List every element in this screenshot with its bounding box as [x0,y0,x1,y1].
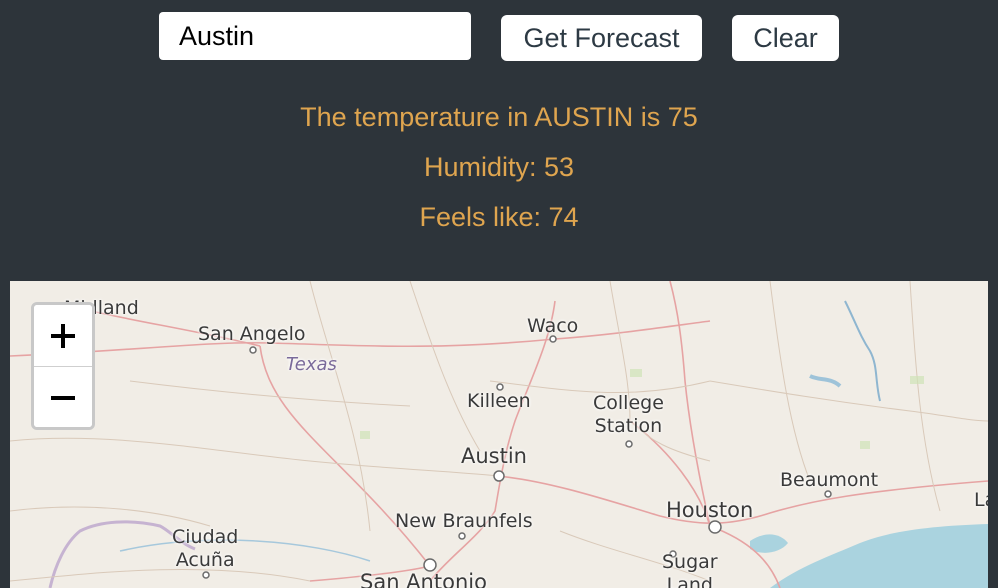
map-label-san-antonio: San Antonio [360,570,487,588]
map-label-new-braunfels: New Braunfels [395,510,533,532]
clear-button[interactable]: Clear [732,15,839,61]
map-label-ciudad-acuna: Ciudad Acuña [172,526,239,571]
zoom-control [31,302,95,430]
map-tiles [10,281,988,588]
map-label-killeen: Killeen [467,390,531,412]
map-label-waco: Waco [527,315,579,337]
map-label-austin: Austin [461,444,527,468]
map-view[interactable]: Midland San Angelo Texas Waco Killeen Co… [10,281,988,588]
humidity-text: Humidity: 53 [423,152,575,182]
map-label-houston: Houston [666,498,754,522]
map-label-college-station: College Station [593,392,664,437]
map-label-beaumont: Beaumont [780,469,879,491]
plus-icon [51,323,75,348]
map-label-sugar-land: Sugar Land [662,551,718,588]
zoom-in-button[interactable] [34,305,92,366]
feels-like-text: Feels like: 74 [419,202,579,232]
minus-icon [51,395,75,400]
map-label-san-angelo: San Angelo [198,323,306,345]
map-label-edge: La [974,489,988,511]
temperature-text: The temperature in AUSTIN is 75 [300,102,698,132]
get-forecast-button[interactable]: Get Forecast [501,15,702,61]
city-search-input[interactable] [159,12,471,60]
zoom-out-button[interactable] [34,366,92,427]
map-label-texas: Texas [286,354,337,375]
